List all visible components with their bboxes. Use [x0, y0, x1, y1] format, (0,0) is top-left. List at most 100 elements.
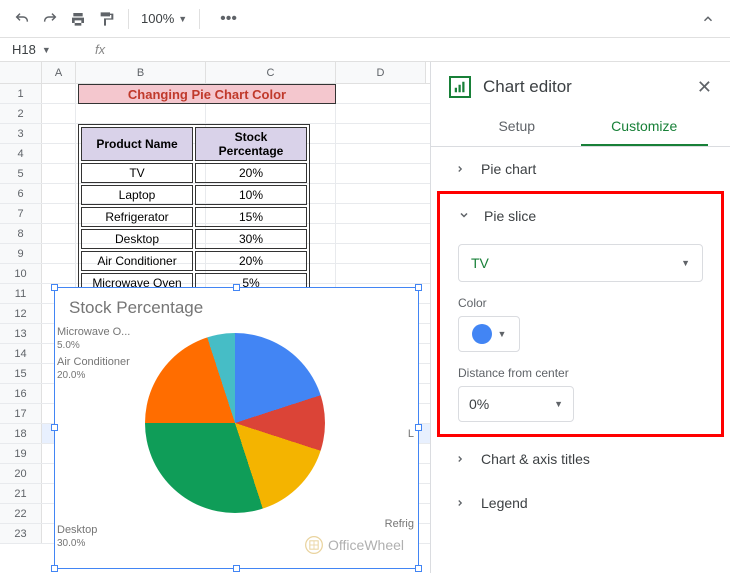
formula-bar: H18 ▼ fx: [0, 38, 730, 62]
row-header[interactable]: 20: [0, 464, 42, 483]
table-cell[interactable]: Laptop: [81, 185, 193, 205]
table-cell[interactable]: 15%: [195, 207, 307, 227]
row-header[interactable]: 8: [0, 224, 42, 243]
table-row[interactable]: Air Conditioner20%: [81, 251, 307, 271]
table-cell[interactable]: TV: [81, 163, 193, 183]
highlighted-section: Pie slice TV ▼ Color ▼ Distance from cen…: [437, 191, 724, 437]
editor-tabs: Setup Customize: [431, 108, 730, 147]
table-cell[interactable]: 30%: [195, 229, 307, 249]
table-cell[interactable]: Refrigerator: [81, 207, 193, 227]
row-header[interactable]: 11: [0, 284, 42, 303]
row-header[interactable]: 12: [0, 304, 42, 323]
table-row[interactable]: Refrigerator15%: [81, 207, 307, 227]
resize-handle[interactable]: [51, 565, 58, 572]
resize-handle[interactable]: [51, 284, 58, 291]
dropdown-icon: ▼: [554, 399, 563, 409]
col-header[interactable]: D: [336, 62, 426, 83]
table-cell[interactable]: 20%: [195, 251, 307, 271]
resize-handle[interactable]: [233, 284, 240, 291]
color-picker[interactable]: ▼: [458, 316, 520, 352]
table-cell[interactable]: 10%: [195, 185, 307, 205]
zoom-select[interactable]: 100% ▼: [141, 11, 187, 26]
watermark: OfficeWheel: [304, 535, 404, 555]
chart-icon: [449, 76, 471, 98]
slice-label: Desktop30.0%: [57, 524, 97, 550]
row-header[interactable]: 3: [0, 124, 42, 143]
col-header[interactable]: B: [76, 62, 206, 83]
dropdown-icon: ▼: [178, 14, 187, 24]
fx-label: fx: [95, 42, 105, 57]
close-icon[interactable]: ✕: [697, 77, 712, 98]
color-label: Color: [458, 296, 703, 310]
col-header[interactable]: A: [42, 62, 76, 83]
more-icon[interactable]: •••: [220, 10, 237, 28]
spreadsheet[interactable]: A B C D 12345678910111213141516171819202…: [0, 62, 430, 573]
row-header[interactable]: 15: [0, 364, 42, 383]
chart-object[interactable]: Stock Percentage Microwave O...5.0% Air …: [54, 287, 419, 569]
editor-title: Chart editor: [483, 77, 697, 97]
select-all-corner[interactable]: [0, 62, 42, 83]
chevron-right-icon: [455, 495, 467, 511]
col-header[interactable]: C: [206, 62, 336, 83]
row-header[interactable]: 18: [0, 424, 42, 443]
table-header[interactable]: Product Name: [81, 127, 193, 161]
row-header[interactable]: 6: [0, 184, 42, 203]
table-row[interactable]: TV20%: [81, 163, 307, 183]
paint-format-icon[interactable]: [96, 9, 116, 29]
row-header[interactable]: 2: [0, 104, 42, 123]
table-row[interactable]: Laptop10%: [81, 185, 307, 205]
table-cell[interactable]: 20%: [195, 163, 307, 183]
chevron-right-icon: [455, 161, 467, 177]
row-header[interactable]: 13: [0, 324, 42, 343]
row-header[interactable]: 14: [0, 344, 42, 363]
row-header[interactable]: 22: [0, 504, 42, 523]
undo-icon[interactable]: [12, 9, 32, 29]
section-pie-chart[interactable]: Pie chart: [431, 147, 730, 191]
title-banner-cell[interactable]: Changing Pie Chart Color: [78, 84, 336, 104]
distance-label: Distance from center: [458, 366, 703, 380]
row-header[interactable]: 16: [0, 384, 42, 403]
row-header[interactable]: 23: [0, 524, 42, 543]
distance-value: 0%: [469, 396, 489, 412]
row-header[interactable]: 1: [0, 84, 42, 103]
resize-handle[interactable]: [415, 565, 422, 572]
resize-handle[interactable]: [233, 565, 240, 572]
slice-label: Microwave O...5.0%: [57, 326, 130, 352]
toolbar: 100% ▼ •••: [0, 0, 730, 38]
color-swatch: [472, 324, 492, 344]
row-header[interactable]: 4: [0, 144, 42, 163]
row-header[interactable]: 10: [0, 264, 42, 283]
row-header[interactable]: 7: [0, 204, 42, 223]
row-header[interactable]: 5: [0, 164, 42, 183]
dropdown-icon: ▼: [681, 258, 690, 268]
redo-icon[interactable]: [40, 9, 60, 29]
table-header[interactable]: Stock Percentage: [195, 127, 307, 161]
section-chart-axis-titles[interactable]: Chart & axis titles: [431, 437, 730, 481]
data-table[interactable]: Product Name Stock Percentage TV20%Lapto…: [78, 124, 310, 296]
tab-setup[interactable]: Setup: [453, 108, 581, 146]
collapse-toolbar-icon[interactable]: [698, 9, 718, 29]
slice-select-value: TV: [471, 255, 489, 271]
slice-select[interactable]: TV ▼: [458, 244, 703, 282]
section-legend[interactable]: Legend: [431, 481, 730, 525]
table-row[interactable]: Desktop30%: [81, 229, 307, 249]
row-header[interactable]: 19: [0, 444, 42, 463]
editor-header: Chart editor ✕: [431, 62, 730, 108]
section-pie-slice[interactable]: Pie slice: [440, 194, 721, 238]
resize-handle[interactable]: [415, 284, 422, 291]
row-header[interactable]: 21: [0, 484, 42, 503]
tab-customize[interactable]: Customize: [581, 108, 709, 146]
chart-editor-panel: Chart editor ✕ Setup Customize Pie chart…: [430, 62, 730, 573]
pie-slices[interactable]: [145, 333, 325, 513]
row-header[interactable]: 9: [0, 244, 42, 263]
grid-row[interactable]: 2: [0, 104, 430, 124]
table-cell[interactable]: Air Conditioner: [81, 251, 193, 271]
dropdown-icon: ▼: [498, 329, 507, 339]
print-icon[interactable]: [68, 9, 88, 29]
table-cell[interactable]: Desktop: [81, 229, 193, 249]
pie-chart: Microwave O...5.0% Air Conditioner20.0% …: [55, 328, 418, 558]
row-header[interactable]: 17: [0, 404, 42, 423]
distance-select[interactable]: 0% ▼: [458, 386, 574, 422]
chevron-down-icon: [458, 208, 470, 224]
name-box[interactable]: H18 ▼: [0, 42, 70, 57]
